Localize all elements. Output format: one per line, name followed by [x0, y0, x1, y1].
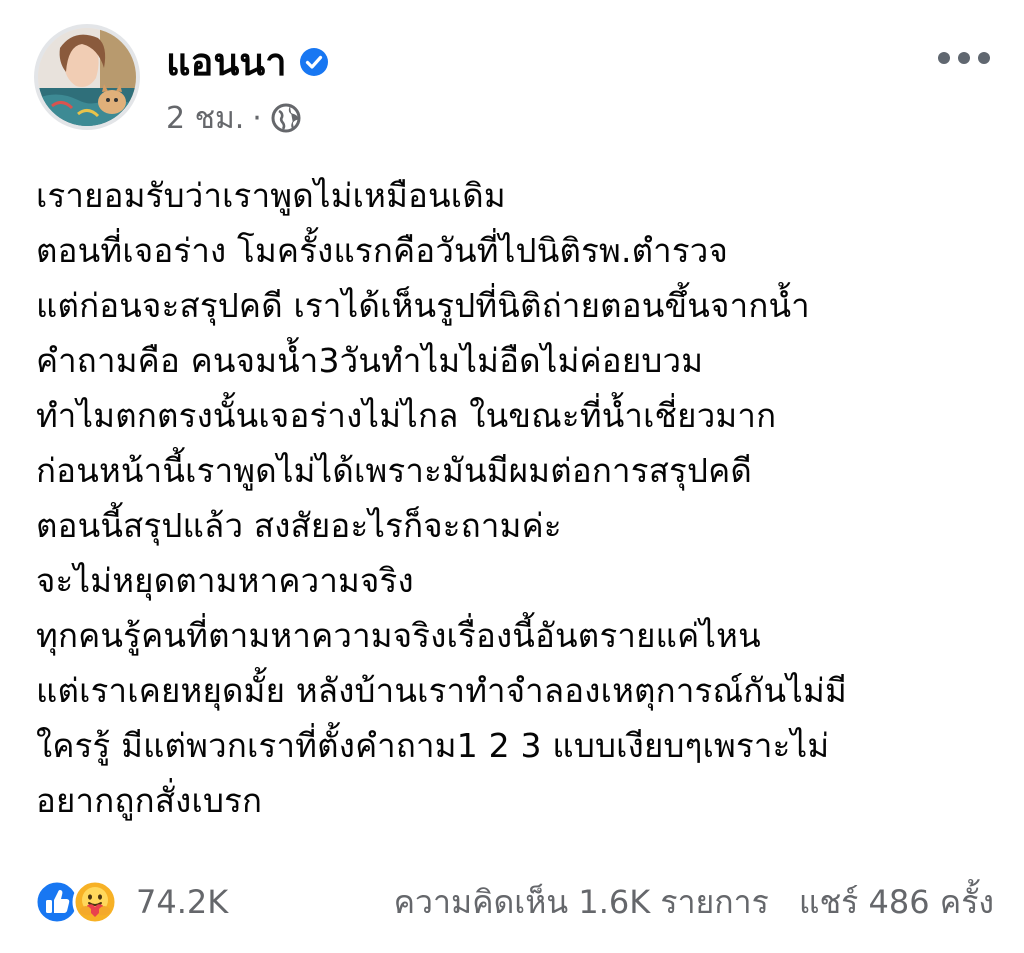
author-row: แอนนา [166, 34, 329, 90]
more-dot [938, 52, 950, 64]
post-footer: 74.2K ความคิดเห็น 1.6K รายการ แชร์ 486 ค… [34, 872, 994, 932]
avatar[interactable] [34, 24, 140, 130]
post-header: แอนนา 2 ชม. · [34, 24, 994, 144]
engagement-stats: ความคิดเห็น 1.6K รายการ แชร์ 486 ครั้ง [394, 877, 994, 928]
verified-badge-icon [299, 48, 328, 76]
post-text-line: จะไม่หยุดตามหาความจริง [36, 561, 414, 600]
post-text-line: ทำไมตกตรงนั้นเจอร่างไม่ไกล ในขณะที่น้ำเช… [36, 396, 777, 435]
meta-separator: · [252, 100, 262, 136]
post-card: แอนนา 2 ชม. · เรายอมรับว่าเราพูดไม่เหมือ… [0, 0, 1024, 953]
more-dot [978, 52, 990, 64]
author-name[interactable]: แอนนา [166, 43, 287, 81]
comments-count-link[interactable]: ความคิดเห็น 1.6K รายการ [394, 877, 769, 928]
post-text-line: แต่ก่อนจะสรุปคดี เราได้เห็นรูปที่นิติถ่า… [36, 286, 810, 325]
reaction-count: 74.2K [136, 883, 229, 921]
shares-count-link[interactable]: แชร์ 486 ครั้ง [799, 877, 994, 928]
post-meta: 2 ชม. · [166, 98, 302, 138]
post-timestamp[interactable]: 2 ชม. [166, 95, 244, 142]
reactions-summary[interactable]: 74.2K [34, 879, 228, 925]
more-dot [958, 52, 970, 64]
care-icon [72, 879, 118, 925]
post-text-line: ทุกคนรู้คนที่ตามหาความจริงเรื่องนี้อันตร… [36, 616, 761, 655]
post-text-line: คำถามคือ คนจมน้ำ3วันทำไมไม่อืดไม่ค่อยบวม [36, 341, 704, 380]
profile-photo-icon [38, 28, 136, 126]
post-text-line: อยากถูกสั่งเบรก [36, 781, 263, 820]
post-text-line: ตอนที่เจอร่าง โมครั้งแรกคือวันที่ไปนิติร… [36, 231, 729, 270]
post-text-line: ตอนนี้สรุปแล้ว สงสัยอะไรก็จะถามค่ะ [36, 506, 562, 545]
more-options-button[interactable] [938, 44, 990, 72]
post-text-line: ใครรู้ มีแต่พวกเราที่ตั้งคำถาม1 2 3 แบบเ… [36, 726, 830, 765]
post-body: เรายอมรับว่าเราพูดไม่เหมือนเดิม ตอนที่เจ… [36, 168, 1006, 828]
post-text-line: เรายอมรับว่าเราพูดไม่เหมือนเดิม [36, 176, 506, 215]
globe-icon[interactable] [270, 102, 302, 134]
post-text-line: ก่อนหน้านี้เราพูดไม่ได้เพราะมันมีผมต่อกา… [36, 451, 753, 490]
post-text-line: แต่เราเคยหยุดมั้ย หลังบ้านเราทำจำลองเหตุ… [36, 671, 847, 710]
